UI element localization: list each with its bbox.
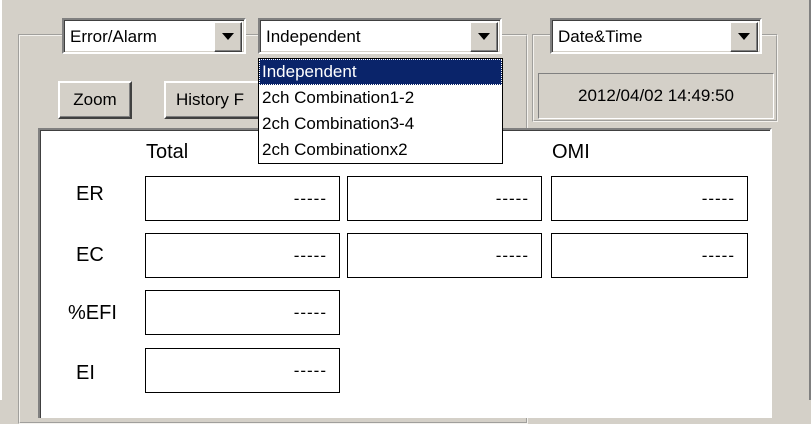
value-box-ei-total: ----- (145, 348, 340, 393)
datetime-readout: 2012/04/02 14:49:50 (538, 73, 774, 119)
channel-select[interactable]: Independent (258, 18, 502, 54)
dropdown-option-combination-3-4[interactable]: 2ch Combination3-4 (259, 111, 502, 137)
history-button-label: History F (176, 90, 244, 109)
value-box-er-total: ----- (145, 176, 340, 221)
channel-select-chevron-down-icon[interactable] (470, 22, 498, 52)
mode-select-value: Error/Alarm (70, 27, 157, 46)
dropdown-option-independent[interactable]: Independent (259, 59, 502, 85)
time-format-select-chevron-down-icon[interactable] (730, 22, 758, 52)
time-format-select-value: Date&Time (558, 27, 643, 46)
time-format-select[interactable]: Date&Time (550, 18, 762, 54)
column-header-total: Total (146, 141, 189, 163)
value-box-ec-omi: ----- (551, 233, 748, 278)
datetime-readout-text: 2012/04/02 14:49:50 (578, 86, 734, 105)
zoom-button-label: Zoom (73, 90, 117, 109)
row-label-ec: EC (76, 244, 104, 266)
mode-select[interactable]: Error/Alarm (62, 18, 246, 54)
dropdown-option-combination-x2[interactable]: 2ch Combinationx2 (259, 137, 502, 163)
column-header-omi: OMI (552, 141, 590, 163)
channel-dropdown-list[interactable]: Independent 2ch Combination1-2 2ch Combi… (258, 58, 503, 164)
channel-select-value: Independent (266, 27, 361, 46)
value-box-efi-total: ----- (145, 290, 340, 335)
row-label-er: ER (76, 183, 104, 205)
value-box-er-ch: ----- (347, 176, 542, 221)
zoom-button[interactable]: Zoom (58, 81, 132, 119)
dropdown-option-combination-1-2[interactable]: 2ch Combination1-2 (259, 85, 502, 111)
value-box-er-omi: ----- (551, 176, 748, 221)
row-label-efi: %EFI (68, 302, 117, 324)
value-box-ec-total: ----- (145, 233, 340, 278)
mode-select-chevron-down-icon[interactable] (214, 22, 242, 52)
row-label-ei: EI (76, 362, 95, 384)
value-box-ec-ch: ----- (347, 233, 542, 278)
